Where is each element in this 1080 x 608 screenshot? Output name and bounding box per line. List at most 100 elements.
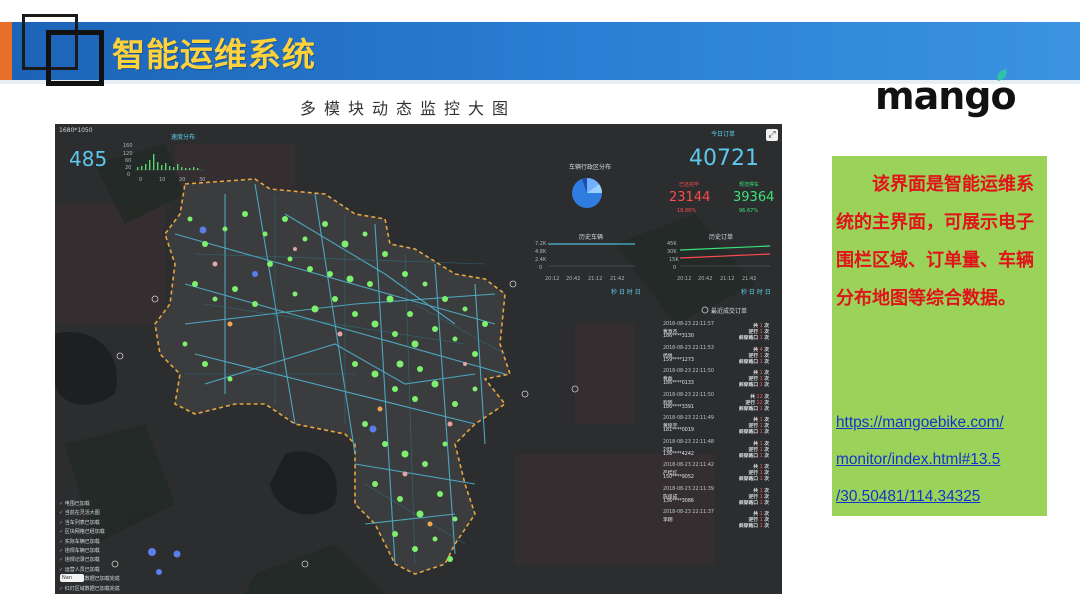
order-item: 2018-08-23 22:11:48 刘琪 136****4242 共 1 次逆行 …: [663, 440, 775, 464]
hist-x-tick: 21:42: [742, 276, 757, 282]
speed-y-tick: 20: [125, 165, 132, 171]
order-mode: 斜穿路口 1 次: [738, 336, 769, 341]
unlocked-value: 23144: [669, 190, 711, 205]
hist-left-y-tick: 4.8K: [535, 249, 547, 255]
description-text: 该界面是智能运维系统的主界面，可展示电子围栏区域、订单量、车辆分布地图等综合数据…: [836, 174, 1034, 309]
speed-x-tick: 10: [159, 177, 166, 183]
order-time: 2018-08-23 22:11:50: [663, 392, 714, 398]
unlocked-label: 已还完毕: [679, 182, 700, 188]
order-phone: 186****0133: [663, 381, 694, 386]
dashboard-screenshot: 1680*1050 速度分布 485 160 120 60 20 0 0 10 …: [55, 124, 782, 594]
hist-x-tick: 20:42: [698, 276, 713, 282]
order-time: 2018-08-23 22:11:42: [663, 463, 714, 468]
order-time: 2018-08-23 22:11:48: [663, 439, 714, 445]
order-time: 2018-08-23 22:11:50: [663, 369, 714, 374]
order-phone: 181****0019: [663, 428, 694, 433]
order-phone: 136****3086: [663, 498, 694, 504]
hist-x-tick: 20:12: [677, 276, 692, 282]
parked-value: 39364: [733, 190, 775, 205]
order-time: 2018-08-23 22:11:49: [663, 416, 714, 421]
history-vehicles-label: 历史车辆: [579, 234, 604, 241]
region-pie-chart: [572, 178, 602, 208]
layer-status-item: 红灯区域数据已加载完成: [59, 585, 120, 594]
order-mode: 斜穿路口 1 次: [738, 383, 769, 388]
order-phone: 159****1273: [663, 357, 694, 363]
link-line[interactable]: /30.50481/114.34325: [836, 478, 1046, 515]
order-phone: 150****9052: [663, 475, 694, 480]
map-style-select[interactable]: Nan: [60, 574, 84, 582]
layer-status-item: 区块网格已经加载: [59, 528, 120, 537]
speed-x-tick: 30: [199, 177, 206, 183]
order-item: 2018-08-23 22:11:37 李翔共 1 次逆行 1 次斜穿路口 1 次: [663, 510, 775, 534]
order-time: 2018-08-23 22:11:39: [663, 486, 714, 492]
monitor-link[interactable]: https://mangoebike.com/ monitor/index.ht…: [836, 404, 1046, 515]
hist-left-y-tick: 2.4K: [535, 257, 547, 263]
unlocked-pct: 18.86%: [677, 208, 697, 214]
speed-x-tick: 0: [139, 177, 143, 183]
order-mode: 斜穿路口 1 次: [738, 359, 769, 365]
layer-status-item: 违规车辆已加载: [59, 547, 120, 556]
order-phone: 186****3130: [663, 334, 694, 339]
recent-orders-list: 2018-08-23 22:11:57 曹激杰 186****3130 共 1 次逆行…: [663, 322, 775, 534]
hist-vehicles-footer[interactable]: 秒 日 时 日: [611, 287, 641, 296]
hist-left-y-tick: 0: [539, 265, 543, 271]
layer-status-item: 违规记录已加载: [59, 556, 120, 565]
layer-status-item: 当前在灵活大图: [59, 509, 120, 518]
parked-pct: 96.67%: [739, 208, 759, 214]
brand-logo: mango: [875, 68, 1028, 118]
speed-x-tick: 20: [179, 177, 186, 183]
order-item: 2018-08-23 22:11:49 黄铭宇 181****0019 共 1 次逆行…: [663, 416, 775, 440]
hist-right-y-tick: 30K: [667, 249, 677, 255]
speed-label: 速度分布: [171, 134, 196, 141]
order-item: 2018-08-23 22:11:50 曹磊 186****0133 共 1 次逆行 …: [663, 369, 775, 393]
hist-right-y-tick: 45K: [667, 241, 677, 247]
order-mode: 斜穿路口 1 次: [738, 406, 769, 412]
order-time: 2018-08-23 22:11:53: [663, 345, 714, 351]
order-phone: 136****4242: [663, 451, 694, 457]
speed-y-tick: 120: [123, 151, 133, 157]
resolution-label: 1680*1050: [59, 127, 93, 134]
order-mode: 斜穿路口 1 次: [738, 430, 769, 435]
order-phone: 186****3391: [663, 404, 694, 410]
hist-x-tick: 21:12: [720, 276, 735, 282]
link-line[interactable]: https://mangoebike.com/: [836, 404, 1046, 441]
order-time: 2018-08-23 22:11:37: [663, 510, 714, 515]
hist-orders-footer[interactable]: 秒 日 时 日: [741, 287, 771, 296]
order-name: 李翔: [663, 518, 673, 523]
order-mode: 斜穿路口 1 次: [738, 453, 769, 459]
vehicle-count: 485: [69, 147, 108, 171]
header-accent: [0, 22, 12, 80]
recent-orders-label: 最近成交订单: [711, 308, 748, 315]
layer-status-item: 实际车辆已加载: [59, 538, 120, 547]
order-mode: 斜穿路口 1 次: [738, 524, 769, 529]
hist-left-y-tick: 7.2K: [535, 241, 547, 247]
link-line[interactable]: monitor/index.html#13.5: [836, 441, 1046, 478]
hist-right-y-tick: 0: [673, 265, 677, 271]
order-item: 2018-08-23 22:11:42 严桂红 150****9052 共 1 次逆行…: [663, 463, 775, 487]
hist-right-y-tick: 15K: [669, 257, 679, 263]
today-orders-count: 40721: [689, 146, 759, 171]
today-orders-label: 今日订单: [711, 131, 736, 138]
hist-x-tick: 20:42: [566, 276, 581, 282]
order-mode: 斜穿路口 1 次: [738, 477, 769, 482]
order-mode: 斜穿路口 1 次: [738, 500, 769, 506]
slide-subtitle: 多模块动态监控大图: [300, 99, 517, 118]
layer-status-item: 电围已加载: [59, 500, 120, 509]
order-item: 2018-08-23 22:11:53 杨佩 159****1273 共 4 次逆行 …: [663, 346, 775, 370]
hist-x-tick: 20:12: [545, 276, 560, 282]
speed-y-tick: 0: [127, 172, 131, 178]
region-label: 车辆行政区分布: [569, 164, 612, 171]
parked-label: 规范停车: [739, 182, 760, 188]
expand-icon[interactable]: ⤢: [766, 129, 778, 141]
history-orders-label: 历史订单: [709, 234, 734, 241]
order-time: 2018-08-23 22:11:57: [663, 322, 714, 327]
layer-status-item: 当车列表已加载: [59, 519, 120, 528]
logo-square-bold: [46, 30, 104, 86]
speed-y-tick: 60: [125, 158, 132, 164]
slide-title: 智能运维系统: [112, 35, 316, 74]
hist-x-tick: 21:42: [610, 276, 625, 282]
order-item: 2018-08-23 22:11:39 陈俊成 136****3086 共 1 次逆行…: [663, 487, 775, 511]
order-item: 2018-08-23 22:11:50 程晓 186****3391 共 12 次逆行…: [663, 393, 775, 417]
hist-x-tick: 21:12: [588, 276, 603, 282]
order-item: 2018-08-23 22:11:57 曹激杰 186****3130 共 1 次逆行…: [663, 322, 775, 346]
